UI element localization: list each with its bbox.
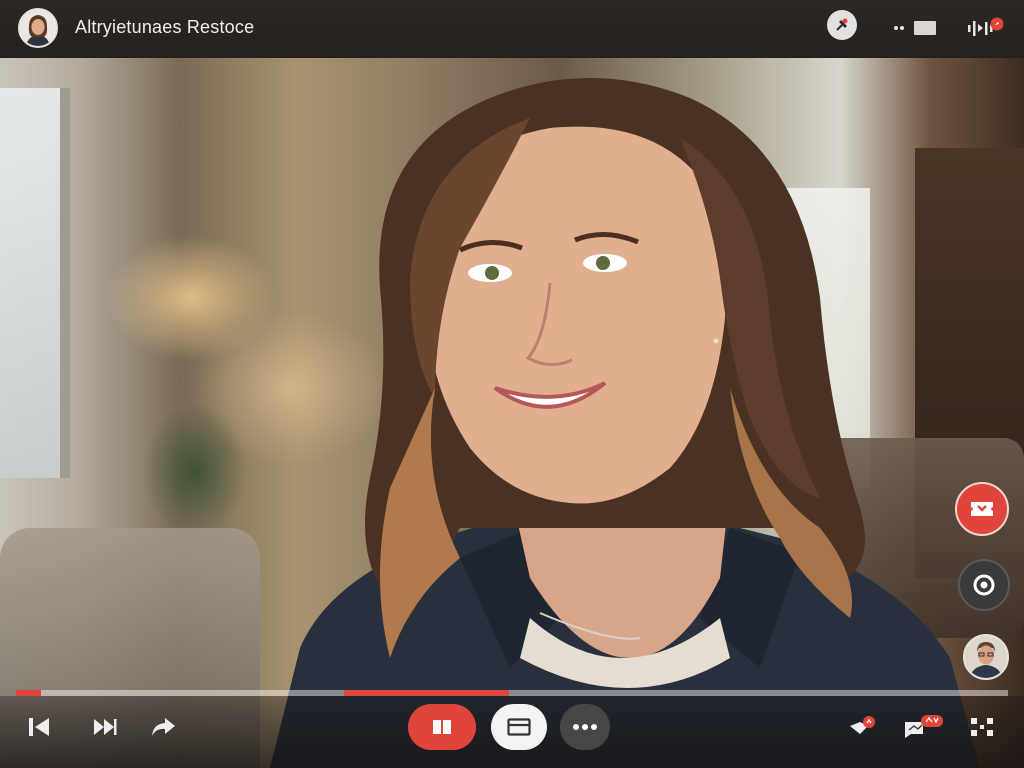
share-button[interactable] — [146, 712, 180, 742]
notifications-button[interactable] — [844, 712, 878, 742]
grid-button[interactable] — [964, 712, 1000, 742]
audio-icon — [968, 17, 1004, 36]
notifications-icon — [850, 716, 875, 734]
main-speaker-video — [0, 58, 1024, 768]
chat-icon — [894, 21, 936, 35]
speaker-figure — [260, 58, 980, 768]
pin-icon — [836, 18, 848, 31]
messages-icon — [905, 715, 943, 738]
record-button[interactable] — [958, 559, 1010, 611]
book-icon — [433, 720, 451, 734]
meeting-title: Altryietunaes Restoce — [75, 17, 255, 37]
chat-button[interactable] — [886, 12, 942, 44]
background-window — [0, 88, 70, 478]
fast-forward-icon — [94, 719, 117, 735]
layout-button[interactable] — [491, 704, 547, 750]
layout-icon — [507, 718, 531, 736]
more-button[interactable] — [560, 704, 610, 750]
share-icon — [152, 718, 175, 736]
messages-button[interactable] — [900, 710, 946, 742]
grid-icon — [971, 718, 993, 736]
top-bar: Altryietunaes Restoce — [0, 0, 1024, 58]
control-bar — [0, 696, 1024, 768]
pin-button[interactable] — [827, 10, 857, 40]
book-button[interactable] — [408, 704, 476, 750]
audio-button[interactable] — [962, 12, 1008, 44]
more-icon — [573, 724, 597, 730]
participant-avatar[interactable] — [18, 8, 58, 48]
fast-forward-button[interactable] — [88, 712, 122, 742]
self-view-avatar[interactable] — [963, 634, 1009, 680]
reactions-button[interactable] — [955, 482, 1009, 536]
record-icon — [973, 574, 995, 596]
reaction-icon — [971, 502, 993, 516]
skip-back-button[interactable] — [24, 712, 54, 742]
skip-back-icon — [29, 718, 49, 736]
